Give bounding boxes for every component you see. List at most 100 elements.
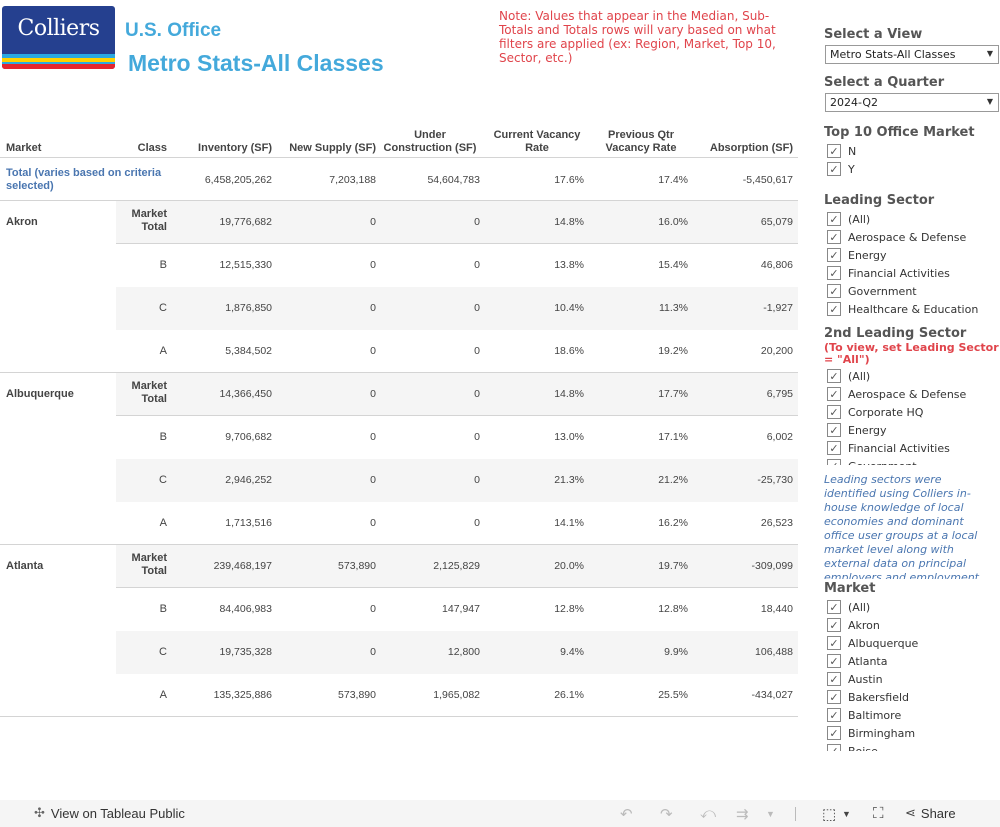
table-row[interactable]: C 1,876,850 0 0 10.4% 11.3% -1,927 (116, 287, 798, 330)
previous-vacancy-cell: 9.9% (664, 646, 688, 658)
checkbox-item[interactable]: ✓ Y (827, 160, 856, 178)
table-row[interactable]: A 5,384,502 0 0 18.6% 19.2% 20,200 (116, 330, 798, 373)
download-icon[interactable]: ⬚ (822, 805, 836, 823)
table-row[interactable]: A 135,325,886 573,890 1,965,082 26.1% 25… (116, 674, 798, 717)
checkbox-item[interactable]: ✓Government (827, 282, 978, 300)
column-header-current-vacancy[interactable]: Current Vacancy Rate (485, 129, 589, 155)
table-row[interactable]: B 84,406,983 0 147,947 12.8% 12.8% 18,44… (116, 588, 798, 631)
checkbox-checked-icon[interactable]: ✓ (827, 672, 841, 686)
previous-vacancy-cell: 16.2% (658, 517, 688, 529)
checkbox-checked-icon[interactable]: ✓ (827, 618, 841, 632)
checkbox-item[interactable]: ✓ Energy (827, 421, 966, 439)
fullscreen-icon[interactable]: ⛶ (873, 805, 884, 822)
checkbox-item[interactable]: ✓ Healthcare & Education (827, 300, 978, 318)
inventory-cell: 9,706,682 (225, 431, 272, 443)
inventory-cell: 135,325,886 (213, 689, 272, 701)
column-header-inventory[interactable]: Inventory (SF) (175, 142, 272, 155)
checkbox-item[interactable]: ✓Government (827, 457, 966, 465)
checkbox-checked-icon[interactable]: ✓ (827, 369, 841, 383)
market-checkbox-list[interactable]: ✓ (All) ✓ Akron ✓ Albuquerque ✓ Atlanta ✓ Aus… (827, 598, 918, 751)
leading-sector-info-text: Leading sectors were identified using Co… (824, 473, 990, 579)
view-on-tableau-link[interactable]: ✣ View on Tableau Public (34, 805, 185, 821)
checkbox-item[interactable]: ✓ Akron (827, 616, 918, 634)
table-row-market-total[interactable]: Market Total 19,776,682 0 0 14.8% 16.0% … (116, 201, 798, 244)
column-header-previous-vacancy[interactable]: Previous Qtr Vacancy Rate (590, 129, 692, 155)
previous-vacancy-cell: 16.0% (658, 216, 688, 228)
checkbox-checked-icon[interactable]: ✓ (827, 144, 841, 158)
checkbox-item[interactable]: ✓ Financial Activities (827, 439, 966, 457)
table-row-market-total[interactable]: Market Total 239,468,197 573,890 2,125,8… (116, 545, 798, 588)
column-header-absorption[interactable]: Absorption (SF) (695, 142, 793, 155)
checkbox-item[interactable]: ✓ Albuquerque (827, 634, 918, 652)
checkbox-checked-icon[interactable]: ✓ (827, 405, 841, 419)
absorption-cell: -434,027 (751, 689, 793, 701)
checkbox-checked-icon[interactable]: ✓ (827, 744, 841, 751)
inventory-cell: 12,515,330 (219, 259, 272, 271)
checkbox-checked-icon[interactable]: ✓ (827, 708, 841, 722)
checkbox-checked-icon[interactable]: ✓ (827, 690, 841, 704)
revert-icon[interactable]: ⤺ (700, 805, 716, 822)
checkbox-checked-icon[interactable]: ✓ (827, 212, 841, 226)
checkbox-checked-icon[interactable]: ✓ (827, 459, 841, 465)
checkbox-checked-icon[interactable]: ✓ (827, 600, 841, 614)
checkbox-item[interactable]: ✓ Boise (827, 742, 918, 751)
column-header-new-supply[interactable]: New Supply (SF) (276, 142, 376, 155)
checkbox-item[interactable]: ✓ Aerospace & Defense (827, 385, 966, 403)
checkbox-checked-icon[interactable]: ✓ (827, 230, 841, 244)
checkbox-checked-icon[interactable]: ✓ (827, 162, 841, 176)
checkbox-item[interactable]: ✓ (All) (827, 210, 978, 228)
checkbox-checked-icon[interactable]: ✓ (827, 423, 841, 437)
second-sector-checkbox-list[interactable]: ✓ (All) ✓ Aerospace & Defense ✓ Corporate H… (827, 367, 966, 465)
undo-icon[interactable]: ↶ (620, 805, 633, 823)
checkbox-item[interactable]: ✓ Aerospace & Defense (827, 228, 978, 246)
checkbox-item[interactable]: ✓ Birmingham (827, 724, 918, 742)
checkbox-item[interactable]: ✓ Baltimore (827, 706, 918, 724)
grand-total-row[interactable]: Total (varies based on criteria selected… (0, 158, 798, 201)
checkbox-item[interactable]: ✓ Corporate HQ (827, 403, 966, 421)
market-name[interactable]: Akron (6, 216, 38, 228)
checkbox-checked-icon[interactable]: ✓ (827, 284, 841, 298)
checkbox-item[interactable]: ✓ (All) (827, 598, 918, 616)
market-name[interactable]: Albuquerque (6, 388, 74, 400)
new-supply-cell: 0 (370, 259, 376, 271)
redo-icon[interactable]: ↷ (660, 805, 673, 823)
column-header-under-construction[interactable]: Under Construction (SF) (380, 129, 480, 155)
checkbox-item[interactable]: ✓ Energy (827, 246, 978, 264)
checkbox-item[interactable]: ✓ Financial Activities (827, 264, 978, 282)
absorption-cell: 20,200 (760, 345, 793, 357)
checkbox-item[interactable]: ✓ Austin (827, 670, 918, 688)
checkbox-item[interactable]: ✓ (All) (827, 367, 966, 385)
checkbox-item[interactable]: ✓ Atlanta (827, 652, 918, 670)
chevron-down-icon[interactable]: ▼ (766, 809, 775, 819)
share-button[interactable]: ⋖ Share (905, 805, 956, 821)
checkbox-item[interactable]: ✓ Bakersfield (827, 688, 918, 706)
table-row[interactable]: C 2,946,252 0 0 21.3% 21.2% -25,730 (116, 459, 798, 502)
column-header-market[interactable]: Market (6, 142, 41, 155)
checkbox-checked-icon[interactable]: ✓ (827, 636, 841, 650)
market-name[interactable]: Atlanta (6, 560, 43, 572)
quarter-dropdown-value: 2024-Q2 (830, 96, 879, 109)
table-row[interactable]: B 12,515,330 0 0 13.8% 15.4% 46,806 (116, 244, 798, 287)
under-construction-cell: 0 (474, 302, 480, 314)
checkbox-item[interactable]: ✓ N (827, 142, 856, 160)
checkbox-checked-icon[interactable]: ✓ (827, 248, 841, 262)
checkbox-checked-icon[interactable]: ✓ (827, 266, 841, 280)
market-filter-label: Market (824, 581, 876, 596)
table-row[interactable]: A 1,713,516 0 0 14.1% 16.2% 26,523 (116, 502, 798, 545)
table-row-market-total[interactable]: Market Total 14,366,450 0 0 14.8% 17.7% … (116, 373, 798, 416)
checkbox-checked-icon[interactable]: ✓ (827, 726, 841, 740)
view-dropdown[interactable]: Metro Stats-All Classes ▼ (825, 45, 999, 64)
under-construction-cell: 0 (474, 216, 480, 228)
chevron-down-icon[interactable]: ▼ (842, 809, 851, 819)
current-vacancy-cell: 21.3% (554, 474, 584, 486)
table-row[interactable]: C 19,735,328 0 12,800 9.4% 9.9% 106,488 (116, 631, 798, 674)
column-header-class[interactable]: Class (120, 142, 167, 155)
checkbox-checked-icon[interactable]: ✓ (827, 387, 841, 401)
checkbox-checked-icon[interactable]: ✓ (827, 441, 841, 455)
class-cell: Market Total (131, 380, 167, 405)
refresh-icon[interactable]: ⇉ (736, 805, 749, 823)
checkbox-checked-icon[interactable]: ✓ (827, 654, 841, 668)
checkbox-checked-icon[interactable]: ✓ (827, 302, 841, 316)
quarter-dropdown[interactable]: 2024-Q2 ▼ (825, 93, 999, 112)
table-row[interactable]: B 9,706,682 0 0 13.0% 17.1% 6,002 (116, 416, 798, 459)
